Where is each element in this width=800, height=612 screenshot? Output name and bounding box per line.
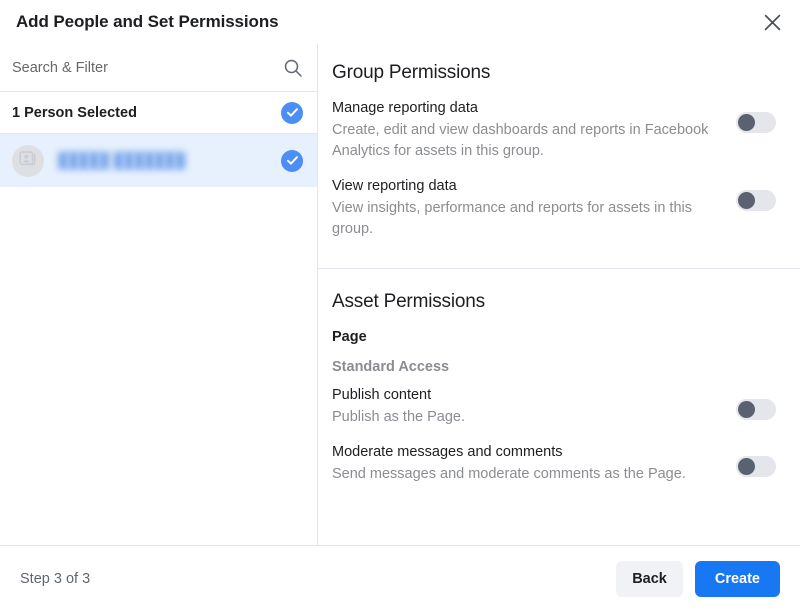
create-button[interactable]: Create: [694, 561, 780, 597]
person-name: █████ ███████: [58, 152, 186, 169]
people-panel: 1 Person Selected: [0, 44, 318, 545]
permission-row-manage-reporting-data: Manage reporting data Create, edit and v…: [318, 98, 800, 162]
permission-description: View insights, performance and reports f…: [332, 200, 692, 237]
page-title: Add People and Set Permissions: [16, 12, 279, 31]
permission-description: Publish as the Page.: [332, 409, 466, 425]
permission-text: Manage reporting data Create, edit and v…: [332, 98, 736, 162]
permission-text: View reporting data View insights, perfo…: [332, 176, 736, 240]
search-icon: [283, 58, 303, 78]
permission-row-moderate-messages: Moderate messages and comments Send mess…: [318, 442, 800, 485]
check-circle-icon[interactable]: [281, 149, 303, 172]
permission-text: Moderate messages and comments Send mess…: [332, 442, 736, 485]
toggle-view-reporting-data[interactable]: [736, 190, 776, 211]
permission-label: View reporting data: [332, 178, 457, 194]
avatar: [12, 144, 44, 177]
dialog-header: Add People and Set Permissions: [0, 0, 800, 44]
group-permissions-section: Group Permissions Manage reporting data …: [318, 44, 800, 269]
dialog-footer: Step 3 of 3 Back Create: [0, 545, 800, 612]
step-indicator: Step 3 of 3: [20, 571, 91, 587]
access-level-label: Standard Access: [332, 359, 450, 375]
list-item[interactable]: █████ ███████: [0, 134, 317, 187]
permission-description: Create, edit and view dashboards and rep…: [332, 122, 709, 159]
selected-people-count-label: 1 Person Selected: [12, 104, 137, 121]
close-icon: [764, 14, 781, 31]
toggle-knob: [738, 114, 755, 131]
permissions-scroll-area[interactable]: Group Permissions Manage reporting data …: [318, 44, 800, 545]
toggle-knob: [738, 401, 755, 418]
toggle-wrapper: [736, 176, 776, 211]
toggle-knob: [738, 192, 755, 209]
asset-permissions-title: Asset Permissions: [332, 291, 485, 312]
asset-permissions-section: Asset Permissions Page Standard Access P…: [318, 269, 800, 485]
add-people-permissions-dialog: Add People and Set Permissions Search & …: [0, 0, 800, 612]
dialog-body: 1 Person Selected: [0, 44, 800, 545]
permission-label: Manage reporting data: [332, 100, 478, 116]
people-list-empty-area: [0, 187, 317, 545]
toggle-wrapper: [736, 442, 776, 477]
toggle-wrapper: [736, 385, 776, 420]
permission-label: Moderate messages and comments: [332, 444, 563, 460]
group-permissions-title: Group Permissions: [332, 62, 491, 83]
close-button[interactable]: [758, 8, 786, 36]
toggle-knob: [738, 458, 755, 475]
selected-people-header[interactable]: 1 Person Selected: [0, 92, 317, 134]
toggle-moderate-messages[interactable]: [736, 456, 776, 477]
permission-text: Publish content Publish as the Page.: [332, 385, 736, 428]
back-button[interactable]: Back: [616, 561, 683, 597]
toggle-wrapper: [736, 98, 776, 133]
search-input[interactable]: [12, 59, 275, 76]
toggle-publish-content[interactable]: [736, 399, 776, 420]
permission-label: Publish content: [332, 387, 432, 403]
check-circle-icon[interactable]: [281, 101, 303, 124]
permission-description: Send messages and moderate comments as t…: [332, 466, 686, 482]
permissions-panel[interactable]: Group Permissions Manage reporting data …: [318, 44, 800, 545]
contact-card-icon: [18, 149, 38, 173]
toggle-manage-reporting-data[interactable]: [736, 112, 776, 133]
permission-row-publish-content: Publish content Publish as the Page.: [318, 385, 800, 428]
asset-type-label: Page: [332, 329, 367, 345]
search-row[interactable]: [0, 44, 317, 92]
permission-row-view-reporting-data: View reporting data View insights, perfo…: [318, 176, 800, 240]
